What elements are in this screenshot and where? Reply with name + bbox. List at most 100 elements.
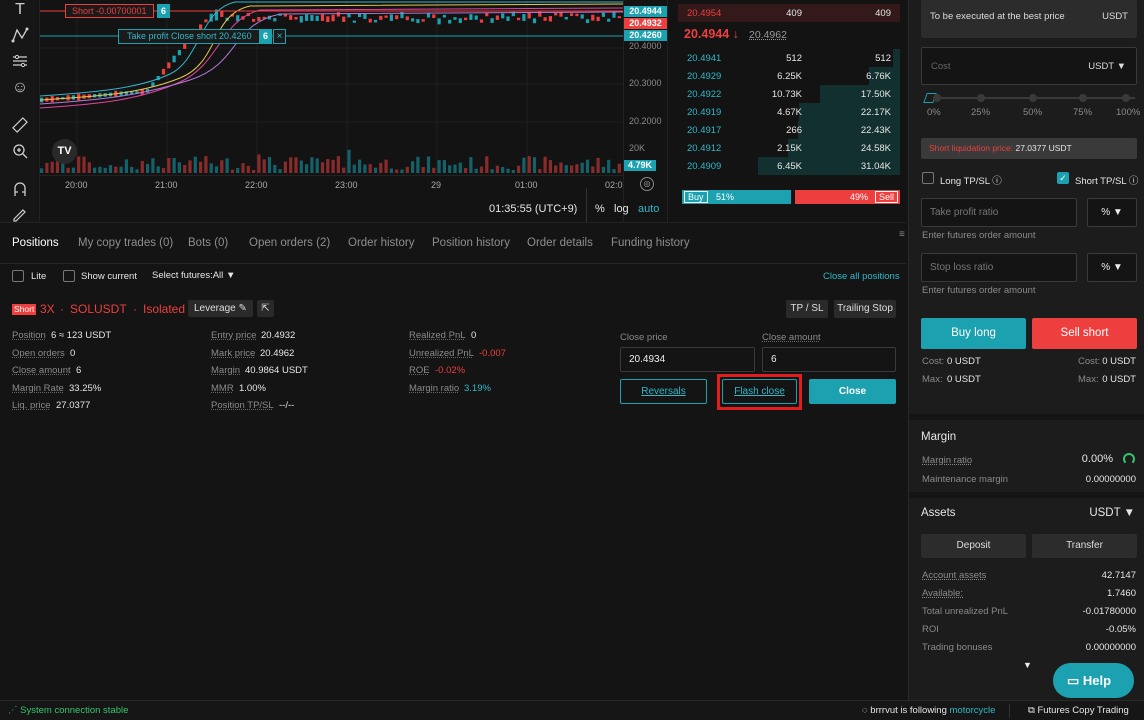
ask-row[interactable]: 20.4954 409 409: [678, 4, 900, 22]
sell-cost-label: Cost:: [1078, 356, 1101, 367]
position-field-value: 6: [76, 365, 82, 376]
volume-bar: [299, 160, 303, 173]
deposit-button[interactable]: Deposit: [921, 534, 1026, 558]
tab-positions[interactable]: Positions: [12, 237, 59, 249]
bid-row[interactable]: 20.4917 266 22.43K: [678, 121, 900, 139]
log-scale-toggle[interactable]: log: [614, 203, 629, 215]
emoji-icon[interactable]: ☺: [10, 78, 30, 98]
expand-caret-icon[interactable]: ▼: [1023, 660, 1032, 670]
lite-checkbox[interactable]: [12, 270, 24, 282]
stop-loss-ratio-input[interactable]: Stop loss ratio: [921, 253, 1077, 282]
candle: [273, 18, 277, 22]
reversals-button[interactable]: Reversals: [620, 379, 707, 404]
text-tool-icon[interactable]: T: [10, 0, 30, 20]
lock-drawing-icon[interactable]: [10, 204, 30, 224]
tab-order-history[interactable]: Order history: [348, 237, 414, 249]
slider-step-dot[interactable]: [977, 94, 985, 102]
slider-step-dot[interactable]: [1122, 94, 1130, 102]
buy-cost-label: Cost:: [922, 356, 945, 367]
magnet-icon[interactable]: [10, 180, 30, 200]
price-chart[interactable]: Short -0.00700001 6 Take profit Close sh…: [40, 0, 623, 222]
buy-long-button[interactable]: Buy long: [921, 318, 1026, 349]
volume-bar: [305, 164, 309, 173]
candle: [617, 16, 621, 19]
close-all-positions-link[interactable]: Close all positions: [823, 271, 900, 282]
cost-unit-dropdown[interactable]: USDT ▼: [1088, 61, 1126, 72]
volume-bar: [607, 159, 611, 173]
percent-scale-toggle[interactable]: %: [595, 203, 605, 215]
bid-row[interactable]: 20.4919 4.67K 22.17K: [678, 103, 900, 121]
position-field-label: Margin ratio: [409, 382, 460, 394]
help-button[interactable]: ▭ Help: [1053, 663, 1134, 698]
order-price-field[interactable]: To be executed at the best price USDT: [921, 0, 1137, 38]
candle: [177, 50, 181, 56]
sell-max-label: Max:: [1078, 374, 1099, 385]
slider-mark-label[interactable]: 50%: [1023, 107, 1042, 118]
auto-scale-toggle[interactable]: auto: [638, 203, 659, 215]
slider-step-dot[interactable]: [1079, 94, 1087, 102]
candle: [342, 16, 346, 22]
leverage-button[interactable]: Leverage ✎: [188, 300, 253, 317]
volume-bar: [204, 156, 208, 173]
price-label: 20.3000: [629, 78, 662, 88]
candle: [336, 12, 340, 17]
take-profit-line-label[interactable]: Take profit Close short 20.4260: [118, 29, 261, 44]
slider-step-dot[interactable]: [1029, 94, 1037, 102]
candle: [421, 19, 425, 22]
long-tpsl-checkbox[interactable]: [922, 172, 934, 184]
order-book: 20.4954 409 409 20.4944 ↓ 20.4962 20.494…: [678, 0, 906, 222]
followed-trader-link[interactable]: motorcycle: [950, 705, 996, 716]
bid-row[interactable]: 20.4941 512 512: [678, 49, 900, 67]
bid-row[interactable]: 20.4912 2.15K 24.58K: [678, 139, 900, 157]
candle: [453, 17, 457, 20]
futures-copy-trading-link[interactable]: ⧉ Futures Copy Trading: [1028, 705, 1129, 716]
assets-currency-dropdown[interactable]: USDT ▼: [1089, 507, 1135, 519]
time-label: 01:00: [515, 180, 538, 190]
take-profit-close-icon[interactable]: ×: [273, 29, 286, 44]
zoom-in-icon[interactable]: [10, 142, 30, 162]
candle: [294, 16, 298, 20]
panel-menu-icon[interactable]: ≡: [899, 229, 905, 240]
sl-unit-dropdown[interactable]: % ▼: [1087, 253, 1137, 282]
candle: [607, 18, 611, 22]
ruler-icon[interactable]: [10, 116, 30, 136]
share-position-icon[interactable]: ⇱: [257, 300, 274, 317]
short-position-line-label[interactable]: Short -0.00700001: [65, 4, 154, 18]
slider-mark-label[interactable]: 0%: [927, 107, 941, 118]
close-price-input[interactable]: 20.4934: [620, 347, 755, 372]
slider-mark-label[interactable]: 75%: [1073, 107, 1092, 118]
cost-input[interactable]: Cost USDT ▼: [921, 47, 1137, 85]
slider-mark-label[interactable]: 25%: [971, 107, 990, 118]
volume-bar: [548, 160, 552, 173]
chart-settings-icon[interactable]: ◎: [640, 177, 654, 191]
tab-order-details[interactable]: Order details: [527, 237, 593, 249]
pattern-tool-icon[interactable]: [10, 26, 30, 46]
tab-copy-trades[interactable]: My copy trades (0): [78, 237, 173, 249]
close-button[interactable]: Close: [809, 379, 896, 404]
tab-position-history[interactable]: Position history: [432, 237, 510, 249]
take-profit-ratio-input[interactable]: Take profit ratio: [921, 198, 1077, 227]
slider-mark-label[interactable]: 100%: [1116, 107, 1140, 118]
tab-open-orders[interactable]: Open orders (2): [249, 237, 330, 249]
short-tpsl-checkbox[interactable]: ✓: [1057, 172, 1069, 184]
close-amount-input[interactable]: 6: [762, 347, 896, 372]
slider-step-dot[interactable]: [933, 94, 941, 102]
volume-bar: [585, 159, 590, 173]
tpsl-button[interactable]: TP / SL: [786, 300, 828, 318]
bid-row[interactable]: 20.4909 6.45K 31.04K: [678, 157, 900, 175]
sell-short-button[interactable]: Sell short: [1032, 318, 1137, 349]
select-futures-dropdown[interactable]: Select futures:All ▼: [152, 270, 235, 281]
tp-unit-dropdown[interactable]: % ▼: [1087, 198, 1137, 227]
bid-row[interactable]: 20.4929 6.25K 6.76K: [678, 67, 900, 85]
chat-bubble-icon: ◌: [862, 705, 868, 716]
show-current-checkbox[interactable]: [63, 270, 75, 282]
volume-bar: [135, 169, 139, 173]
candle: [442, 14, 446, 18]
tab-bots[interactable]: Bots (0): [188, 237, 228, 249]
candle: [591, 14, 595, 21]
bid-row[interactable]: 20.4922 10.73K 17.50K: [678, 85, 900, 103]
indicator-tool-icon[interactable]: [10, 52, 30, 72]
tab-funding-history[interactable]: Funding history: [611, 237, 690, 249]
trailing-stop-button[interactable]: Trailing Stop: [834, 300, 896, 318]
transfer-button[interactable]: Transfer: [1032, 534, 1137, 558]
